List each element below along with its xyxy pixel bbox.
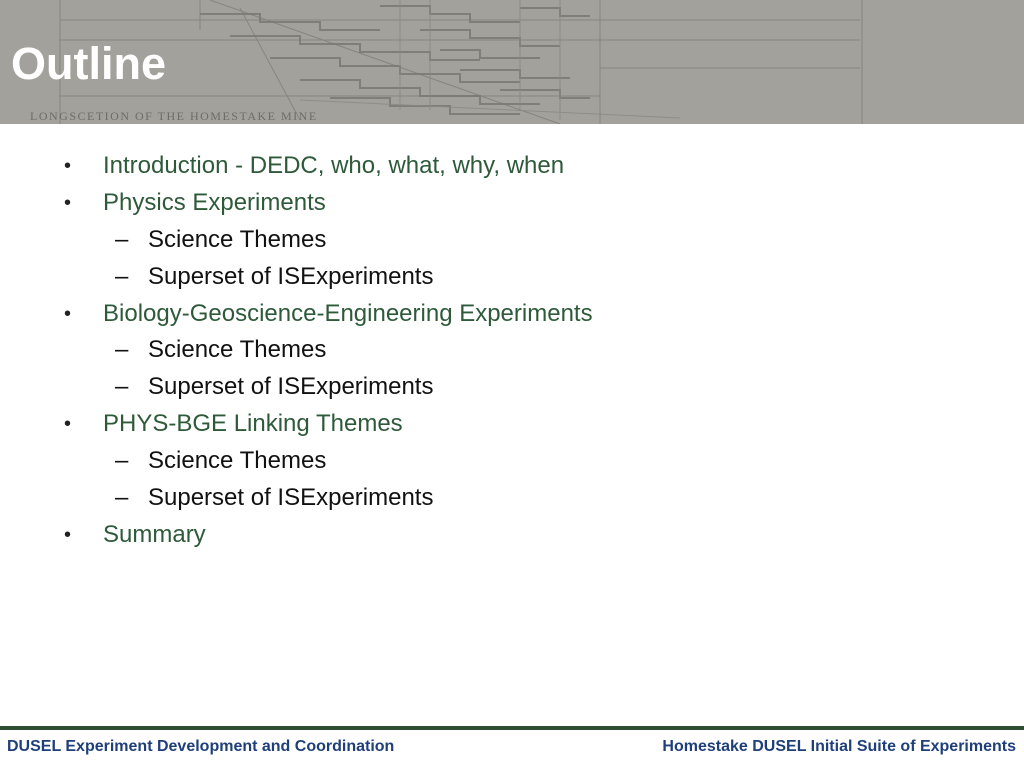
dash-marker: – xyxy=(115,373,129,401)
outline-subitem: – Science Themes xyxy=(0,332,1024,369)
header-caption: LONGSCETION OF THE HOMESTAKE MINE xyxy=(30,109,318,123)
dash-marker: – xyxy=(115,484,129,512)
outline-bullet-item: • PHYS-BGE Linking Themes xyxy=(0,406,1024,443)
outline-bullet-item: • Introduction - DEDC, who, what, why, wh… xyxy=(0,148,1024,185)
outline-item-text: Science Themes xyxy=(148,336,327,364)
dash-marker: – xyxy=(115,336,129,364)
outline-subitem: – Science Themes xyxy=(0,222,1024,259)
outline-item-text: Introduction - DEDC, who, what, why, whe… xyxy=(103,152,565,179)
outline-item-text: Science Themes xyxy=(148,225,327,253)
outline-item-text: Science Themes xyxy=(148,447,327,475)
outline-bullet-item: • Summary xyxy=(0,517,1024,554)
bullet-marker: • xyxy=(64,302,72,325)
outline-item-text: Biology-Geoscience-Engineering Experimen… xyxy=(103,299,593,327)
bullet-marker: • xyxy=(64,155,72,177)
outline-subitem: – Superset of ISExperiments xyxy=(0,369,1024,406)
outline-subitem: – Superset of ISExperiments xyxy=(0,480,1024,517)
footer-divider xyxy=(0,726,1024,730)
dash-marker: – xyxy=(115,447,129,475)
slide: LONGSCETION OF THE HOMESTAKE MINE Outlin… xyxy=(0,0,1024,768)
bullet-marker: • xyxy=(64,523,72,546)
outline-subitem: – Superset of ISExperiments xyxy=(0,259,1024,296)
outline-item-text: Physics Experiments xyxy=(103,188,326,216)
outline-subitem: – Science Themes xyxy=(0,443,1024,480)
outline-item-text: Summary xyxy=(103,520,206,548)
outline-list: • Introduction - DEDC, who, what, why, wh… xyxy=(0,148,1024,554)
dash-marker: – xyxy=(115,262,129,290)
bullet-marker: • xyxy=(64,191,72,214)
footer-left-text: DUSEL Experiment Development and Coordin… xyxy=(7,738,395,755)
slide-title: Outline xyxy=(11,38,166,89)
header-banner: LONGSCETION OF THE HOMESTAKE MINE Outlin… xyxy=(0,0,1024,124)
outline-bullet-item: • Biology-Geoscience-Engineering Experime… xyxy=(0,296,1024,333)
outline-item-text: Superset of ISExperiments xyxy=(148,262,434,290)
outline-item-text: Superset of ISExperiments xyxy=(148,484,434,512)
outline-item-text: PHYS-BGE Linking Themes xyxy=(103,410,403,438)
bullet-marker: • xyxy=(64,413,72,436)
outline-item-text: Superset of ISExperiments xyxy=(148,373,434,401)
outline-bullet-item: • Physics Experiments xyxy=(0,185,1024,222)
dash-marker: – xyxy=(115,225,129,253)
footer-right-text: Homestake DUSEL Initial Suite of Experim… xyxy=(662,738,1016,755)
